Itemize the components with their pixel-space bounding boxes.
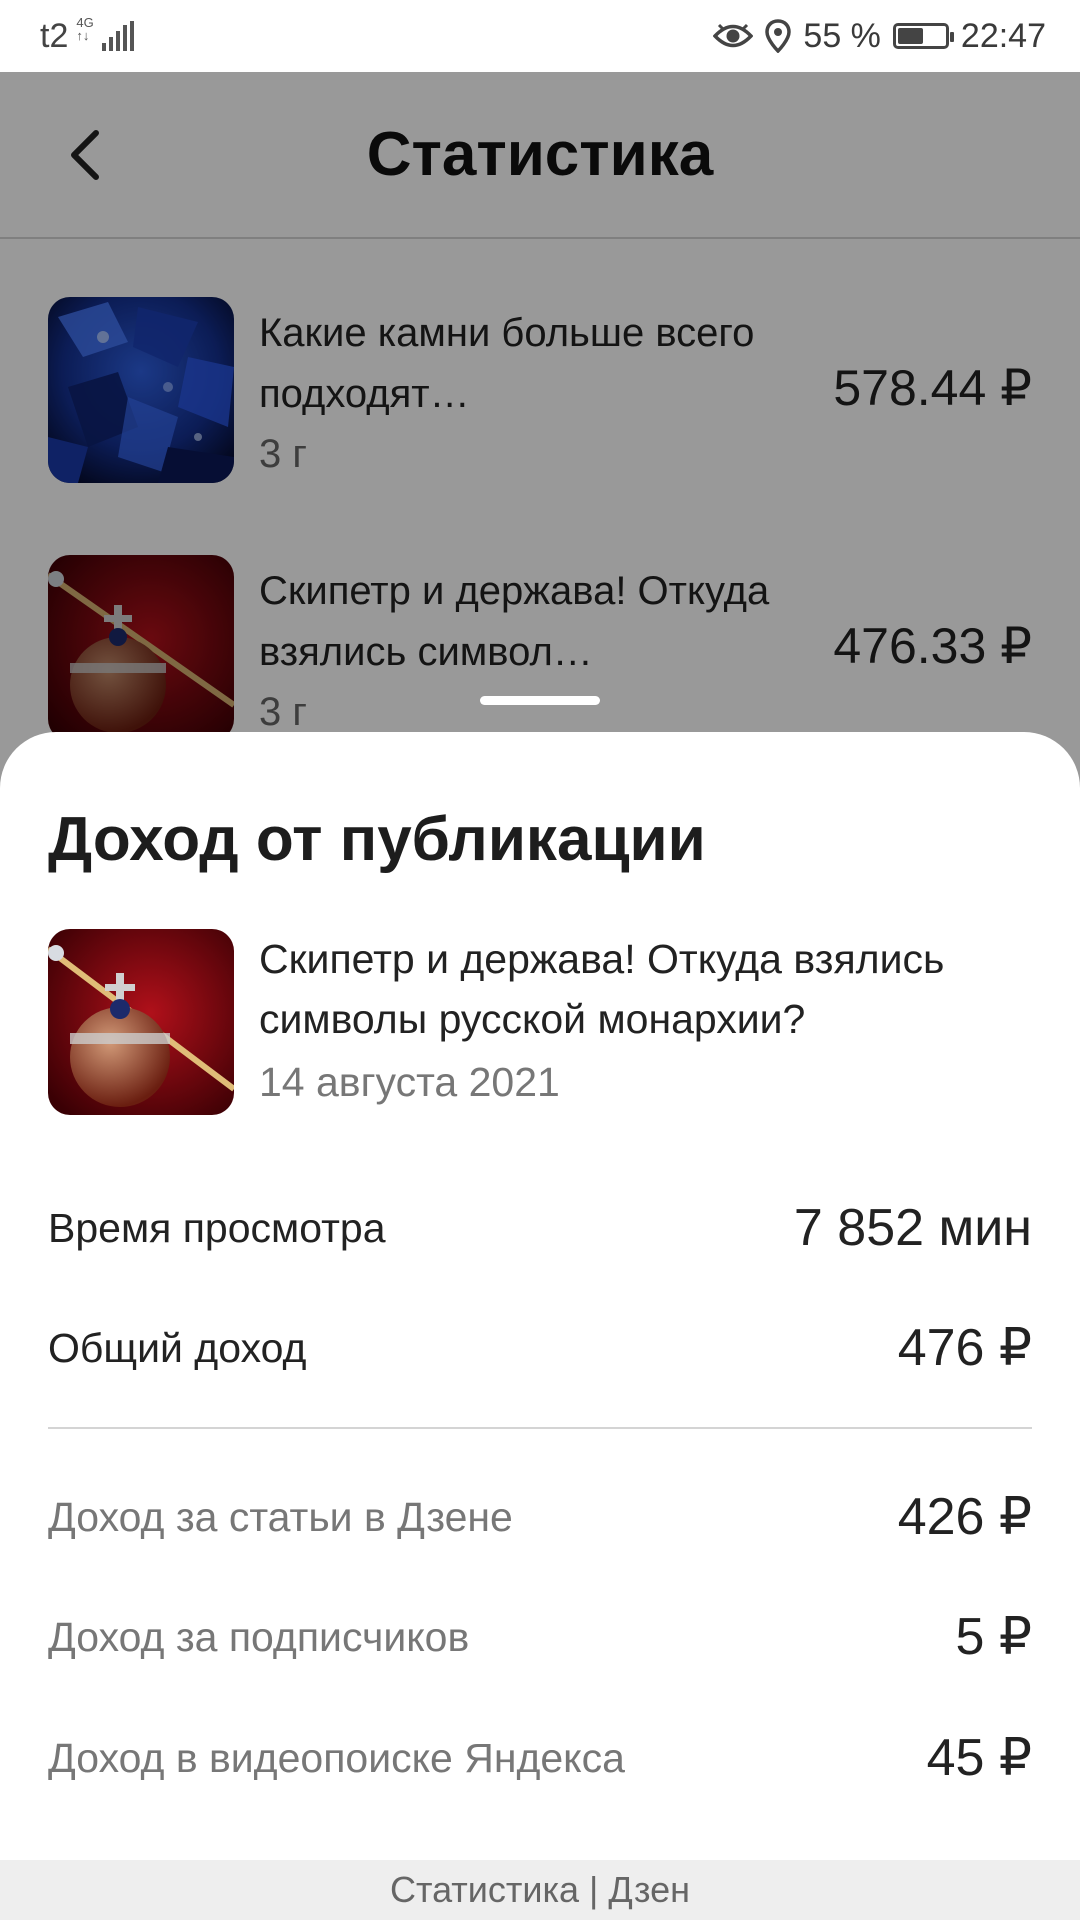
network-type: 4G ↑↓ (76, 16, 93, 42)
status-right: 55 % 22:47 (713, 17, 1046, 56)
stat-label: Доход за статьи в Дзене (48, 1493, 513, 1540)
stat-row-subscribers-income: Доход за подписчиков 5 ₽ (48, 1607, 1032, 1667)
scepter-orb-thumbnail (48, 929, 234, 1115)
sheet-drag-handle[interactable] (480, 696, 600, 705)
sheet-title: Доход от публикации (48, 805, 706, 874)
stat-value: 476 ₽ (897, 1319, 1032, 1377)
stat-value: 426 ₽ (897, 1488, 1032, 1546)
publication-summary: Скипетр и держава! Откуда взялись символ… (48, 929, 1032, 1115)
stat-value: 7 852 мин (793, 1199, 1032, 1257)
publication-text: Скипетр и держава! Откуда взялись символ… (259, 929, 1029, 1115)
screen: Статистика Какие камни больше всего подх… (0, 0, 1080, 1920)
status-left: t2 4G ↑↓ (40, 16, 134, 56)
battery-icon (892, 23, 954, 49)
stat-row-articles-income: Доход за статьи в Дзене 426 ₽ (48, 1487, 1032, 1547)
stat-label: Общий доход (48, 1324, 307, 1371)
network-activity: ↑↓ (76, 28, 90, 43)
footer-bar: Статистика | Дзен (0, 1860, 1080, 1920)
stat-label: Доход за подписчиков (48, 1613, 470, 1660)
stat-row-watch-time: Время просмотра 7 852 мин (48, 1198, 1032, 1258)
signal-icon (101, 21, 134, 51)
stat-row-video-search-income: Доход в видеопоиске Яндекса 45 ₽ (48, 1728, 1032, 1788)
battery-percent: 55 % (803, 16, 881, 55)
stat-row-total-income: Общий доход 476 ₽ (48, 1318, 1032, 1378)
clock: 22:47 (960, 16, 1046, 55)
status-bar: t2 4G ↑↓ 55 % 22:47 (0, 0, 1080, 72)
stat-value: 45 ₽ (926, 1729, 1032, 1787)
stat-label: Время просмотра (48, 1204, 386, 1251)
battery-level (897, 28, 924, 44)
publication-date: 14 августа 2021 (259, 1059, 560, 1105)
stat-label: Доход в видеопоиске Яндекса (48, 1734, 625, 1781)
divider (48, 1427, 1032, 1429)
eye-icon (713, 23, 754, 48)
location-pin-icon (765, 19, 792, 53)
carrier-name: t2 (40, 16, 69, 55)
stat-value: 5 ₽ (955, 1608, 1032, 1666)
publication-title: Скипетр и держава! Откуда взялись символ… (259, 936, 945, 1042)
income-bottom-sheet: Доход от публикации Скипетр и держава! О… (0, 732, 1080, 1920)
